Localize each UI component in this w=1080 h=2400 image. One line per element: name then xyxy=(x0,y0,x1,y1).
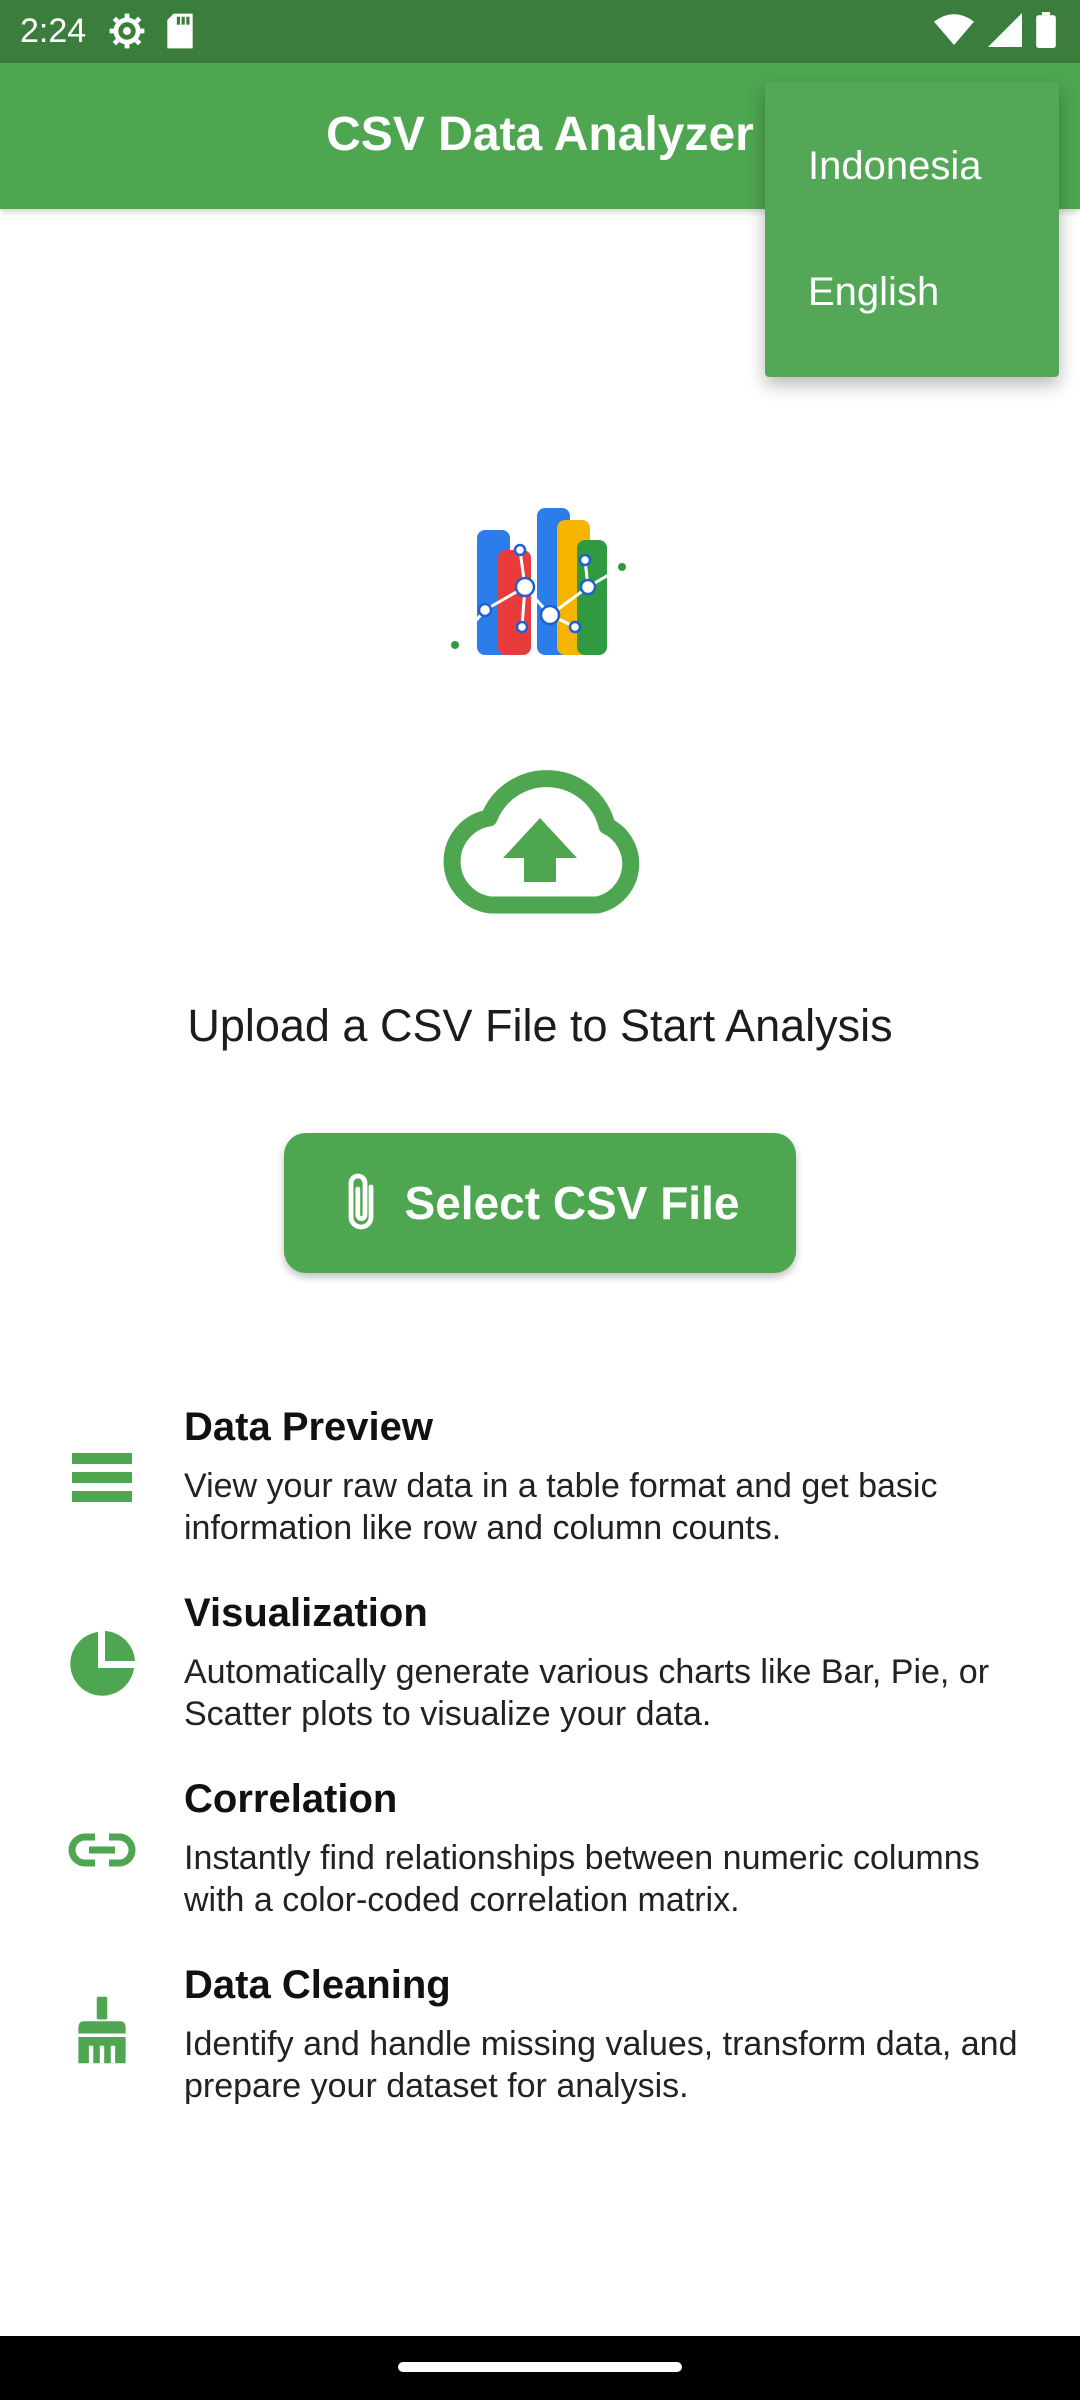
select-csv-button-label: Select CSV File xyxy=(404,1177,740,1229)
cloud-upload-icon xyxy=(443,770,640,914)
feature-description: Instantly find relationships between num… xyxy=(184,1839,980,1919)
feature-description: View your raw data in a table format and… xyxy=(184,1467,938,1547)
status-bar: 2:24 xyxy=(0,0,1080,63)
app-logo xyxy=(451,508,626,655)
language-menu: Indonesia English xyxy=(765,82,1059,377)
feature-description: Identify and handle missing values, tran… xyxy=(184,2025,1018,2105)
list-icon xyxy=(72,1453,132,1502)
pie-chart-icon xyxy=(70,1631,135,1696)
feature-description: Automatically generate various charts li… xyxy=(184,1653,990,1733)
home-gesture-handle[interactable] xyxy=(398,2362,682,2372)
broom-icon xyxy=(78,1996,126,2064)
status-time: 2:24 xyxy=(20,12,87,50)
link-icon xyxy=(68,1833,136,1867)
feature-title: Visualization xyxy=(184,1591,428,1635)
system-nav-bar xyxy=(0,2336,1080,2400)
feature-title: Data Preview xyxy=(184,1405,434,1449)
paperclip-icon xyxy=(348,1173,373,1230)
select-csv-button[interactable]: Select CSV File xyxy=(284,1133,796,1273)
settings-icon xyxy=(109,13,145,49)
battery-icon xyxy=(1036,12,1056,48)
upload-prompt: Upload a CSV File to Start Analysis xyxy=(187,1000,893,1051)
sd-card-icon xyxy=(167,13,193,49)
language-option-indonesia[interactable]: Indonesia xyxy=(808,142,981,190)
feature-title: Correlation xyxy=(184,1777,398,1821)
feature-title: Data Cleaning xyxy=(184,1963,451,2007)
wifi-icon xyxy=(934,14,974,45)
signal-icon xyxy=(988,13,1022,47)
language-option-english[interactable]: English xyxy=(808,268,939,316)
